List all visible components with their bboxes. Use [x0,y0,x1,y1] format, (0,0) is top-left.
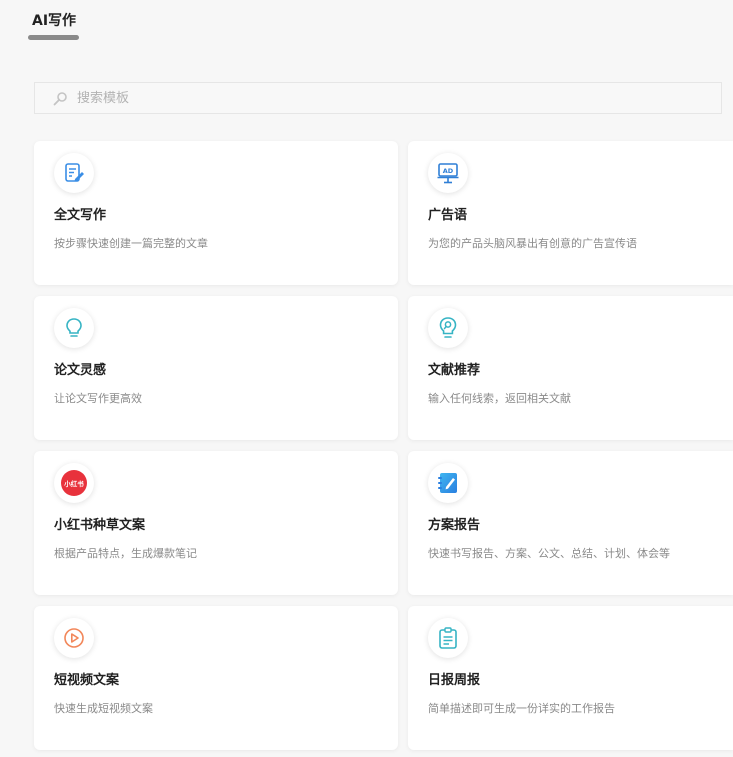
card-title: 短视频文案 [54,673,120,688]
card-description: 输入任何线索，返回相关文献 [428,392,571,405]
card-title: 论文灵感 [54,363,107,378]
template-card-slogan[interactable]: AD 广告语 为您的产品头脑风暴出有创意的广告宣传语 [408,141,733,285]
notebook-pen-icon [428,463,468,503]
card-description: 为您的产品头脑风暴出有创意的广告宣传语 [428,237,637,250]
card-title: 小红书种草文案 [54,518,146,533]
template-card-short-video[interactable]: 短视频文案 快速生成短视频文案 [34,606,398,750]
lightbulb-icon [54,308,94,348]
card-description: 快速生成短视频文案 [54,702,153,715]
card-title: 全文写作 [54,208,107,223]
card-description: 简单描述即可生成一份详实的工作报告 [428,702,615,715]
template-card-paper-inspiration[interactable]: 论文灵感 让论文写作更高效 [34,296,398,440]
search-input[interactable] [77,83,677,113]
svg-text:AD: AD [443,167,454,175]
tab-ai-writing[interactable]: AI写作 [32,10,76,30]
card-description: 快速书写报告、方案、公文、总结、计划、体会等 [428,547,670,560]
clipboard-report-icon [428,618,468,658]
active-tab-indicator [28,35,79,40]
template-search-box[interactable] [34,82,722,114]
play-circle-icon [54,618,94,658]
template-card-full-article[interactable]: 全文写作 按步骤快速创建一篇完整的文章 [34,141,398,285]
card-description: 根据产品特点，生成爆款笔记 [54,547,197,560]
template-card-plan-report[interactable]: 方案报告 快速书写报告、方案、公文、总结、计划、体会等 [408,451,733,595]
card-description: 让论文写作更高效 [54,392,142,405]
card-description: 按步骤快速创建一篇完整的文章 [54,237,208,250]
card-title: 文献推荐 [428,363,481,378]
xiaohongshu-logo-icon: 小红书 [54,463,94,503]
card-title: 日报周报 [428,673,481,688]
document-edit-icon [54,153,94,193]
card-title: 广告语 [428,208,468,223]
card-title: 方案报告 [428,518,481,533]
search-icon [52,91,68,107]
svg-text:小红书: 小红书 [63,479,84,488]
ai-writing-page: AI写作 全文写作 按步骤快速创建一篇完整的文章 [0,0,733,757]
template-card-xiaohongshu[interactable]: 小红书 小红书种草文案 根据产品特点，生成爆款笔记 [34,451,398,595]
search-document-icon [428,308,468,348]
ad-billboard-icon: AD [428,153,468,193]
template-card-literature-recommendation[interactable]: 文献推荐 输入任何线索，返回相关文献 [408,296,733,440]
template-card-daily-weekly-report[interactable]: 日报周报 简单描述即可生成一份详实的工作报告 [408,606,733,750]
